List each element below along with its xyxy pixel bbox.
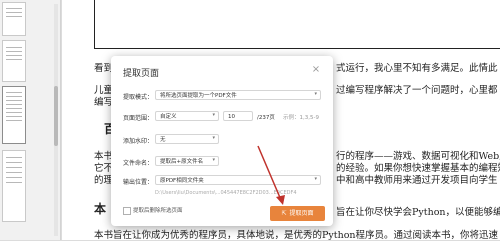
annotation-arrow — [257, 145, 285, 205]
